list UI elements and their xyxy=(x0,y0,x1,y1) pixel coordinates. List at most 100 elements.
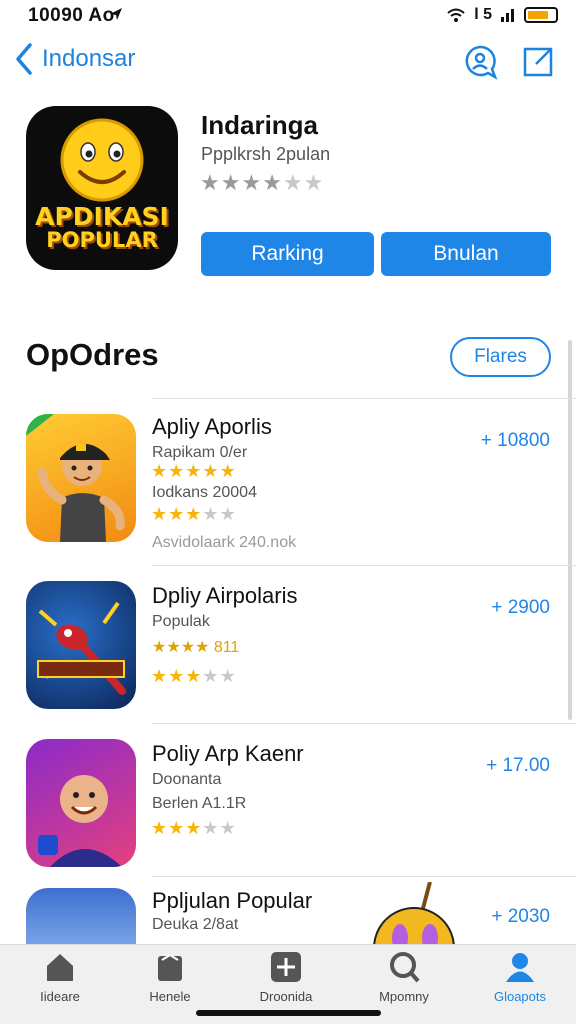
status-bar: 10090 Ao l 5 xyxy=(0,0,576,30)
featured-logo-line1: APDIKASI xyxy=(35,202,169,231)
get-price-button[interactable]: + 2030 xyxy=(491,906,550,928)
star-icon: ★ xyxy=(219,818,236,838)
tab-label: Gloapots xyxy=(493,989,547,1004)
location-arrow-icon xyxy=(110,8,122,20)
tab-label: Henele xyxy=(149,989,191,1004)
signal-icon xyxy=(501,9,514,22)
star-icon: ★ xyxy=(168,461,185,481)
list-item[interactable]: Apliy Aporlis Rapikam 0/er ★ ★ ★ ★ ★ Iodkans… xyxy=(0,398,576,558)
star-icon: ★ xyxy=(219,461,236,481)
star-icon: ★ xyxy=(151,504,168,524)
monthly-button[interactable]: Bnulan xyxy=(381,232,551,276)
star-icon: ★ xyxy=(168,504,185,524)
app-name: Apliy Aporlis xyxy=(152,414,272,439)
tab-label: Iideare xyxy=(40,989,80,1004)
star-icon: ★ xyxy=(202,461,219,481)
featured-app-title: Indaringa xyxy=(201,110,319,140)
person-icon xyxy=(506,953,534,982)
plus-square-icon xyxy=(271,952,301,982)
rating-stars: ★ ★ ★ ★ ★ xyxy=(151,819,236,837)
get-price-button[interactable]: + 10800 xyxy=(481,430,550,452)
wifi-icon xyxy=(447,8,465,22)
status-icons: l 5 xyxy=(446,6,558,24)
get-price-button[interactable]: + 17.00 xyxy=(486,755,550,777)
battery-icon xyxy=(524,7,558,23)
cartoon-bird-icon xyxy=(373,882,455,944)
back-label: Indonsar xyxy=(42,45,136,72)
star-icon: ★ xyxy=(168,818,185,838)
featured-app: APDIKASI POPULAR Indaringa Ppplkrsh 2pul… xyxy=(0,104,576,280)
app-meta: Doonanta xyxy=(152,771,222,788)
get-price-button[interactable]: + 2900 xyxy=(491,597,550,619)
star-icon: ★ xyxy=(220,170,241,195)
app-footer: Asvidolaark 240.nok xyxy=(152,534,297,551)
star-icon: ★ xyxy=(185,504,202,524)
more-button[interactable]: Flares xyxy=(450,337,551,377)
star-icon: ★ xyxy=(151,461,168,481)
star-icon: ★ xyxy=(151,818,168,838)
tab-henele[interactable]: Henele xyxy=(120,951,220,1011)
star-icon: ★ xyxy=(168,666,185,686)
featured-app-subtitle: Ppplkrsh 2pulan xyxy=(201,144,331,164)
featured-app-icon[interactable]: APDIKASI POPULAR xyxy=(26,106,178,270)
app-icon-rocket xyxy=(26,581,136,709)
tab-label: Droonida xyxy=(259,989,313,1004)
rating-stars: ★ ★ ★ ★ ★ xyxy=(151,505,236,523)
tab-home[interactable]: Iideare xyxy=(10,951,110,1011)
ranking-button[interactable]: Rarking xyxy=(201,232,374,276)
app-meta: Iodkans 20004 xyxy=(152,484,257,501)
featured-rating-stars: ★ ★ ★ ★ ★ ★ xyxy=(200,172,323,194)
back-button[interactable]: Indonsar xyxy=(14,42,135,76)
tab-search[interactable]: Mpomny xyxy=(354,951,454,1011)
compose-button[interactable] xyxy=(522,44,558,80)
rating-stars: ★ ★ ★ ★ ★ xyxy=(151,667,236,685)
star-icon: ★ xyxy=(151,666,168,686)
star-icon: ★ xyxy=(282,170,303,195)
list-item[interactable]: Dpliy Airpolaris Populak ★★★★ 811 ★ ★ ★ ★ ★ … xyxy=(0,565,576,725)
app-icon-cartoon-man xyxy=(26,739,136,867)
star-icon: ★ xyxy=(202,504,219,524)
rocket-icon xyxy=(37,601,126,695)
star-icon: ★ xyxy=(202,666,219,686)
rating-stars: ★ ★ ★ ★ ★ xyxy=(151,462,236,480)
star-icon: ★ xyxy=(200,170,220,195)
star-icon: ★ xyxy=(219,666,236,686)
app-meta: Berlen A1.1R xyxy=(152,795,247,812)
featured-logo-line2: POPULAR xyxy=(46,228,158,252)
chevron-left-icon xyxy=(16,43,32,75)
tab-droonida[interactable]: Droonida xyxy=(236,951,336,1011)
tab-label: Mpomny xyxy=(379,989,429,1004)
app-list: Apliy Aporlis Rapikam 0/er ★ ★ ★ ★ ★ Iodkans… xyxy=(0,398,576,944)
list-item[interactable]: Ppljulan Popular Deuka 2/8at + 2030 xyxy=(0,876,576,944)
home-icon xyxy=(47,954,73,981)
cartoon-boy-icon xyxy=(26,414,125,542)
app-meta: Deuka 2/8at xyxy=(152,916,239,933)
divider xyxy=(152,723,576,724)
app-meta: Rapikam 0/er xyxy=(152,444,248,461)
star-icon: ★ xyxy=(185,461,202,481)
app-name: Ppljulan Popular xyxy=(152,888,313,913)
app-name: Dpliy Airpolaris xyxy=(152,583,298,608)
divider xyxy=(152,876,576,877)
document-stack-icon xyxy=(158,953,182,981)
star-icon: ★ xyxy=(262,170,282,195)
list-item[interactable]: Poliy Arp Kaenr Doonanta Berlen A1.1R ★ ★… xyxy=(0,723,576,883)
search-person-icon xyxy=(465,45,498,80)
home-indicator[interactable] xyxy=(196,1010,381,1016)
star-icon: ★ xyxy=(303,170,324,195)
app-icon-boy-cap xyxy=(26,414,136,542)
compose-icon xyxy=(523,47,553,77)
app-name: Poliy Arp Kaenr xyxy=(152,741,304,766)
nav-bar: Indonsar xyxy=(0,40,576,86)
divider xyxy=(152,398,576,399)
status-time: 10090 Ao xyxy=(28,5,115,26)
star-icon: ★ xyxy=(241,170,262,195)
search-icon xyxy=(390,952,420,983)
search-person-button[interactable] xyxy=(462,44,498,80)
app-meta: ★★★★ 811 xyxy=(152,639,240,656)
star-icon: ★ xyxy=(185,818,202,838)
app-meta: Populak xyxy=(152,613,210,630)
app-icon-landscape xyxy=(26,888,136,944)
tab-profile[interactable]: Gloapots xyxy=(470,951,570,1011)
section-title: OpOdres xyxy=(26,337,159,372)
